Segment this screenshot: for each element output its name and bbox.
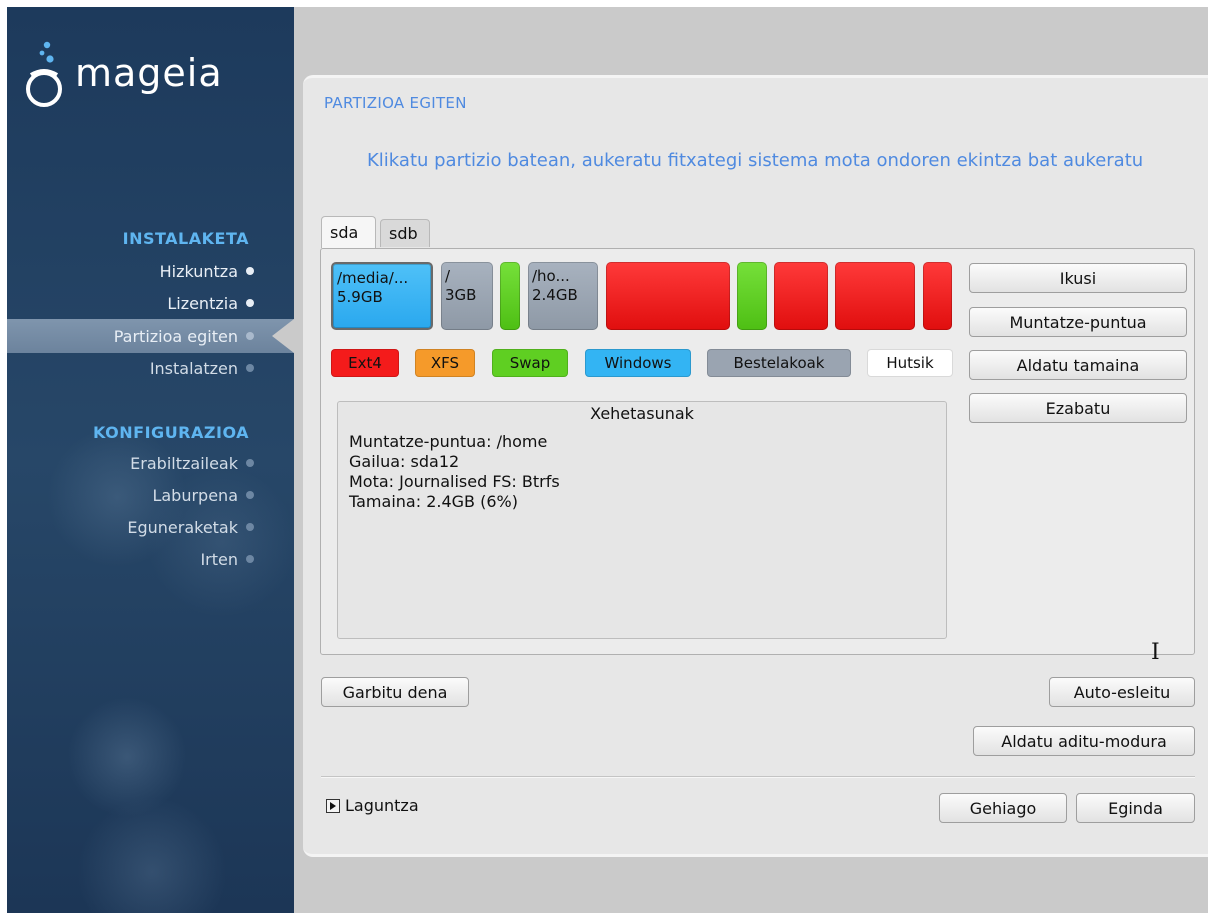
clear-all-button[interactable]: Garbitu dena (321, 677, 469, 707)
partition-mount: /media/... (337, 269, 409, 287)
status-dot-icon (246, 267, 254, 275)
text-cursor-icon: I (1151, 640, 1160, 665)
status-dot-icon (246, 332, 254, 340)
nav-item-instalatzen[interactable]: Instalatzen (7, 352, 294, 384)
page-instructions: Klikatu partizio batean, aukeratu fitxat… (367, 150, 1144, 171)
detail-device: Gailua: sda12 (349, 452, 460, 471)
nav-item-hizkuntza[interactable]: Hizkuntza (7, 255, 294, 287)
legend-ext4: Ext4 (331, 349, 399, 377)
partition-block[interactable] (923, 262, 952, 330)
partition-block[interactable]: /media/... 5.9GB (331, 262, 433, 330)
nav-item-laburpena[interactable]: Laburpena (7, 479, 294, 511)
partition-size: 2.4GB (532, 286, 578, 304)
more-button[interactable]: Gehiago (939, 793, 1067, 823)
decoration-flower (77, 797, 227, 913)
nav-item-label: Lizentzia (167, 293, 238, 313)
partition-size: 5.9GB (337, 288, 383, 306)
section-title-konfigurazioa: KONFIGURAZIOA (93, 423, 249, 442)
status-dot-icon (246, 364, 254, 372)
partition-mount: / (445, 267, 451, 285)
status-dot-icon (246, 299, 254, 307)
nav-item-label: Erabiltzaileak (130, 453, 238, 473)
detail-type: Mota: Journalised FS: Btrfs (349, 472, 560, 491)
brand-name: mageia (75, 51, 223, 95)
separator (321, 776, 1195, 778)
partition-block[interactable] (500, 262, 520, 330)
delete-button[interactable]: Ezabatu (969, 393, 1187, 423)
nav-item-label: Irten (200, 549, 238, 569)
nav-item-label: Instalatzen (149, 358, 238, 378)
legend-xfs: XFS (415, 349, 475, 377)
nav-item-erabiltzaileak[interactable]: Erabiltzaileak (7, 447, 294, 479)
details-box: Xehetasunak Muntatze-puntua: /home Gailu… (337, 401, 947, 639)
tab-sda[interactable]: sda (321, 216, 376, 248)
partition-size: 3GB (445, 286, 477, 304)
installer-window: mageia INSTALAKETA Hizkuntza Lizentzia P… (7, 7, 1208, 913)
nav-item-label: Laburpena (152, 485, 238, 505)
expert-mode-button[interactable]: Aldatu aditu-modura (973, 726, 1195, 756)
nav-item-lizentzia[interactable]: Lizentzia (7, 287, 294, 319)
status-dot-icon (246, 491, 254, 499)
page-title: PARTIZIOA EGITEN (324, 94, 467, 112)
nav-item-irten[interactable]: Irten (7, 543, 294, 575)
main-panel: PARTIZIOA EGITEN Klikatu partizio batean… (303, 75, 1208, 857)
nav-item-label: Eguneraketak (127, 517, 238, 537)
resize-button[interactable]: Aldatu tamaina (969, 350, 1187, 380)
partition-mount: /ho... (532, 267, 570, 285)
done-button[interactable]: Eginda (1076, 793, 1195, 823)
legend-windows: Windows (585, 349, 691, 377)
help-expander[interactable]: Laguntza (345, 796, 419, 815)
auto-allocate-button[interactable]: Auto-esleitu (1049, 677, 1195, 707)
legend-hutsik: Hutsik (867, 349, 953, 377)
nav-item-label: Hizkuntza (159, 261, 238, 281)
partition-block[interactable] (737, 262, 767, 330)
view-button[interactable]: Ikusi (969, 263, 1187, 293)
partition-block[interactable] (606, 262, 730, 330)
details-title: Xehetasunak (590, 404, 694, 423)
status-dot-icon (246, 523, 254, 531)
partition-block[interactable] (835, 262, 915, 330)
legend-bestelakoak: Bestelakoak (707, 349, 851, 377)
partition-block[interactable]: /ho... 2.4GB (528, 262, 598, 330)
detail-size: Tamaina: 2.4GB (6%) (349, 492, 518, 511)
nav-item-eguneraketak[interactable]: Eguneraketak (7, 511, 294, 543)
sidebar: mageia INSTALAKETA Hizkuntza Lizentzia P… (7, 7, 294, 913)
mount-point-button[interactable]: Muntatze-puntua (969, 307, 1187, 337)
detail-mount-point: Muntatze-puntua: /home (349, 432, 548, 451)
expand-arrow-icon[interactable] (326, 799, 340, 813)
legend-swap: Swap (492, 349, 568, 377)
status-dot-icon (246, 459, 254, 467)
section-title-instalaketa: INSTALAKETA (122, 229, 249, 248)
partition-block[interactable] (774, 262, 828, 330)
tab-sdb[interactable]: sdb (380, 219, 430, 247)
nav-item-label: Partizioa egiten (113, 326, 238, 346)
tab-content-sda: /media/... 5.9GB / 3GB /ho... 2.4GB Ext4… (320, 248, 1195, 655)
status-dot-icon (246, 555, 254, 563)
nav-item-partizioa-egiten[interactable]: Partizioa egiten (7, 320, 294, 352)
partition-block[interactable]: / 3GB (441, 262, 493, 330)
